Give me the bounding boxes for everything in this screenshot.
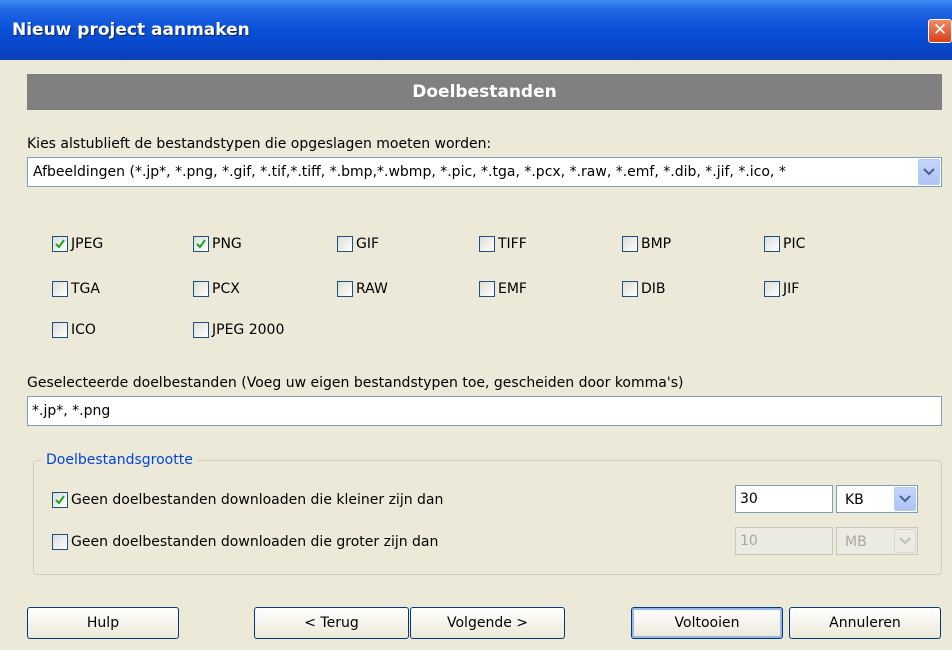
filetype-category-select[interactable]: Afbeeldingen (*.jp*, *.png, *.gif, *.tif…	[27, 157, 942, 187]
min-size-input[interactable]: 30	[735, 485, 833, 513]
min-size-label: Geen doelbestanden downloaden die kleine…	[71, 492, 444, 508]
checkbox-bmp[interactable]: BMP	[622, 236, 671, 252]
checkbox-jpeg[interactable]: JPEG	[52, 236, 103, 252]
checkbox-box[interactable]	[193, 322, 209, 338]
checkbox-box[interactable]	[337, 236, 353, 252]
size-groupbox-title: Doelbestandsgrootte	[42, 452, 197, 468]
filetype-prompt: Kies alstublieft de bestandstypen die op…	[27, 136, 492, 152]
window-title: Nieuw project aanmaken	[12, 20, 250, 40]
checkbox-dib[interactable]: DIB	[622, 281, 666, 297]
max-size-input[interactable]: 10	[735, 527, 833, 555]
check-icon	[55, 239, 65, 249]
finish-button[interactable]: Voltooien	[631, 607, 783, 639]
checkbox-label: JPEG	[71, 236, 104, 252]
chevron-down-icon[interactable]	[918, 159, 940, 185]
checkbox-label: TIFF	[498, 236, 527, 252]
checkbox-tga[interactable]: TGA	[52, 281, 100, 297]
checkbox-label: PCX	[212, 281, 240, 297]
checkbox-label: TGA	[71, 281, 100, 297]
close-button[interactable]: ✕	[928, 19, 952, 43]
checkbox-jpeg2000[interactable]: JPEG 2000	[193, 322, 284, 338]
check-icon	[55, 495, 65, 505]
checkbox-box[interactable]	[193, 236, 209, 252]
checkbox-box[interactable]	[52, 492, 68, 508]
checkbox-label: JPEG 2000	[212, 322, 285, 338]
dialog-window: Nieuw project aanmaken ✕ Doelbestanden K…	[0, 0, 952, 650]
checkbox-pcx[interactable]: PCX	[193, 281, 240, 297]
min-size-unit-select[interactable]: KB	[836, 485, 918, 513]
max-size-checkbox[interactable]: Geen doelbestanden downloaden die groter…	[52, 534, 438, 550]
checkbox-box[interactable]	[193, 281, 209, 297]
close-icon: ✕	[932, 20, 948, 40]
checkbox-label: GIF	[356, 236, 380, 252]
checkbox-raw[interactable]: RAW	[337, 281, 388, 297]
back-button[interactable]: < Terug	[254, 607, 409, 639]
check-icon	[196, 239, 206, 249]
chevron-down-icon[interactable]	[894, 487, 916, 511]
checkbox-png[interactable]: PNG	[193, 236, 242, 252]
checkbox-label: ICO	[71, 322, 96, 338]
selected-filetypes-input[interactable]: *.jp*, *.png	[27, 396, 942, 426]
min-size-checkbox[interactable]: Geen doelbestanden downloaden die kleine…	[52, 492, 443, 508]
checkbox-label: RAW	[356, 281, 388, 297]
checkbox-box[interactable]	[622, 281, 638, 297]
checkbox-label: JIF	[783, 281, 800, 297]
min-size-unit-value: KB	[845, 492, 864, 508]
filetype-category-value: Afbeeldingen (*.jp*, *.png, *.gif, *.tif…	[33, 164, 786, 180]
checkbox-pic[interactable]: PIC	[764, 236, 805, 252]
checkbox-label: EMF	[498, 281, 527, 297]
selected-filetypes-label: Geselecteerde doelbestanden (Voeg uw eig…	[27, 375, 684, 391]
checkbox-box[interactable]	[764, 281, 780, 297]
title-bar[interactable]: Nieuw project aanmaken ✕	[0, 0, 952, 60]
checkbox-label: PIC	[783, 236, 806, 252]
max-size-label: Geen doelbestanden downloaden die groter…	[71, 534, 439, 550]
checkbox-label: DIB	[641, 281, 666, 297]
checkbox-tiff[interactable]: TIFF	[479, 236, 527, 252]
checkbox-box[interactable]	[479, 281, 495, 297]
checkbox-box[interactable]	[479, 236, 495, 252]
checkbox-box[interactable]	[52, 534, 68, 550]
size-groupbox	[33, 460, 942, 575]
checkbox-box[interactable]	[52, 236, 68, 252]
checkbox-label: BMP	[641, 236, 672, 252]
next-button[interactable]: Volgende >	[410, 607, 565, 639]
dialog-content: Doelbestanden Kies alstublieft de bestan…	[0, 60, 952, 650]
checkbox-box[interactable]	[622, 236, 638, 252]
checkbox-jif[interactable]: JIF	[764, 281, 799, 297]
checkbox-box[interactable]	[52, 322, 68, 338]
max-size-unit-value: MB	[845, 534, 867, 550]
checkbox-box[interactable]	[764, 236, 780, 252]
section-header: Doelbestanden	[27, 74, 942, 110]
checkbox-box[interactable]	[337, 281, 353, 297]
checkbox-emf[interactable]: EMF	[479, 281, 527, 297]
checkbox-box[interactable]	[52, 281, 68, 297]
cancel-button[interactable]: Annuleren	[789, 607, 941, 639]
max-size-unit-select[interactable]: MB	[836, 527, 918, 555]
checkbox-label: PNG	[212, 236, 242, 252]
help-button[interactable]: Hulp	[27, 607, 179, 639]
chevron-down-icon[interactable]	[894, 529, 916, 553]
checkbox-gif[interactable]: GIF	[337, 236, 379, 252]
checkbox-ico[interactable]: ICO	[52, 322, 96, 338]
